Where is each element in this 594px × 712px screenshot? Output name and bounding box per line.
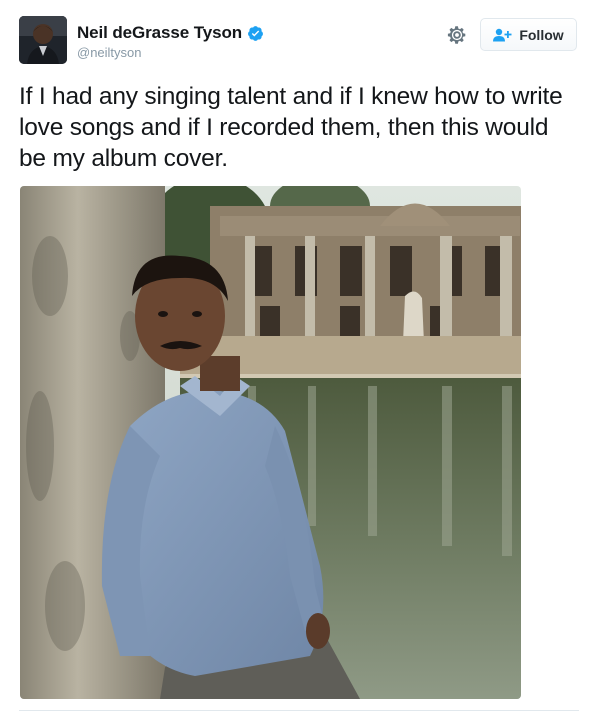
verified-badge-icon <box>247 25 264 42</box>
follow-label: Follow <box>519 26 564 43</box>
avatar-image <box>19 16 67 64</box>
photo-image <box>20 186 521 699</box>
tweet-text: If I had any singing talent and if I kne… <box>19 83 563 172</box>
author-display-name[interactable]: Neil deGrasse Tyson <box>77 23 242 43</box>
display-name-row: Neil deGrasse Tyson <box>77 22 264 44</box>
tweet-card: Neil deGrasse Tyson @neiltyson Follow If… <box>0 0 594 712</box>
add-user-icon <box>493 28 513 42</box>
tweet-photo[interactable] <box>20 186 521 699</box>
author-handle[interactable]: @neiltyson <box>77 45 264 60</box>
gear-icon[interactable] <box>445 23 469 47</box>
author-avatar[interactable] <box>19 16 67 64</box>
follow-button[interactable]: Follow <box>480 18 577 51</box>
author-info: Neil deGrasse Tyson @neiltyson <box>77 22 264 60</box>
tweet-divider <box>19 710 579 711</box>
